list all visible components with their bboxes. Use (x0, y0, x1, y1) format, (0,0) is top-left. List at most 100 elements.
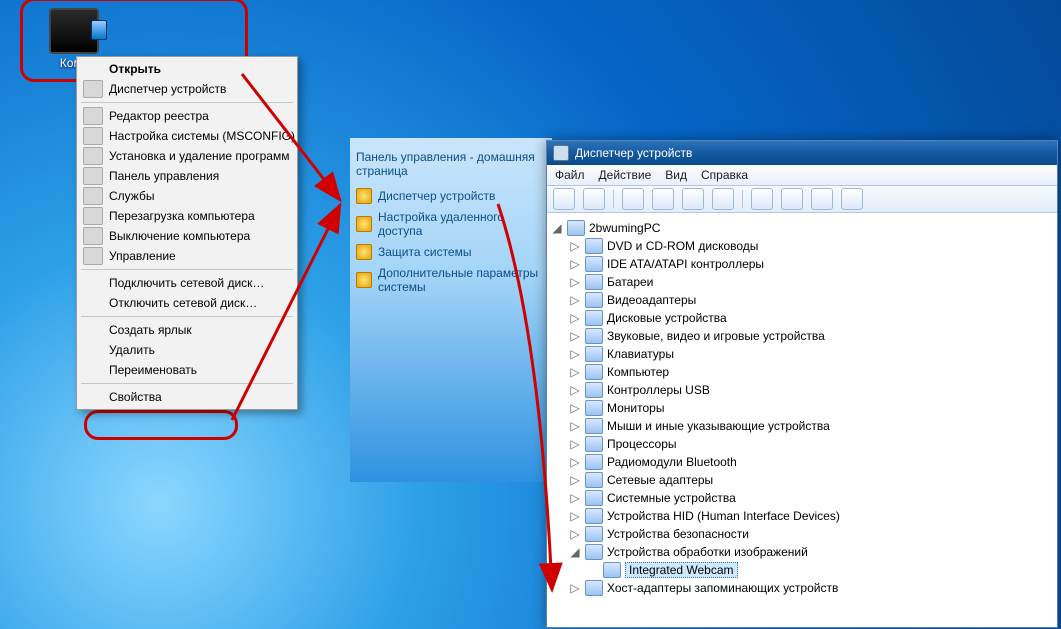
chevron-right-icon[interactable]: ▷ (569, 293, 581, 307)
menubar-item[interactable]: Справка (701, 168, 748, 182)
device-icon (585, 400, 603, 416)
chevron-right-icon[interactable]: ▷ (569, 437, 581, 451)
window-toolbar (547, 186, 1057, 213)
device-tree-node[interactable]: ▷Сетевые адаптеры (551, 471, 1053, 489)
device-tree-node[interactable]: Integrated Webcam (551, 561, 1053, 579)
device-icon (585, 310, 603, 326)
menu-item-icon (83, 107, 103, 125)
device-tree-node[interactable]: ▷ Процессоры (551, 435, 1053, 453)
device-tree-node[interactable]: ▷ Хост-адаптеры запоминающих устройств (551, 579, 1053, 597)
device-icon (567, 220, 585, 236)
context-menu-item[interactable]: Подключить сетевой диск… (79, 273, 295, 293)
context-menu-item[interactable]: Панель управления (79, 166, 295, 186)
chevron-right-icon[interactable]: ▷ (569, 401, 581, 415)
chevron-right-icon[interactable]: ▷ (569, 347, 581, 361)
context-menu-item[interactable]: Удалить (79, 340, 295, 360)
chevron-right-icon[interactable]: ▷ (569, 257, 581, 271)
device-tree-node[interactable]: ▷Мыши и иные указывающие устройства (551, 417, 1053, 435)
toolbar-button[interactable] (583, 188, 605, 210)
device-icon (585, 490, 603, 506)
context-menu-item[interactable]: Переименовать (79, 360, 295, 380)
device-tree-node[interactable]: ▷Системные устройства (551, 489, 1053, 507)
device-tree-node[interactable]: ▷ Устройства безопасности (551, 525, 1053, 543)
context-menu-item[interactable]: Диспетчер устройств (79, 79, 295, 99)
device-tree-node[interactable]: ▷Устройства HID (Human Interface Devices… (551, 507, 1053, 525)
menu-item-label: Диспетчер устройств (109, 82, 226, 96)
chevron-right-icon[interactable]: ▷ (569, 473, 581, 487)
menubar-item[interactable]: Действие (599, 168, 652, 182)
menu-item-label: Удалить (109, 343, 155, 357)
shield-icon (356, 188, 372, 204)
menu-item-label: Службы (109, 189, 154, 203)
device-tree-node[interactable]: ▷Контроллеры USB (551, 381, 1053, 399)
context-menu-item[interactable]: Свойства (79, 387, 295, 407)
context-menu-item[interactable]: Перезагрузка компьютера (79, 206, 295, 226)
device-tree-label: Устройства безопасности (607, 527, 749, 541)
context-menu-item[interactable]: Службы (79, 186, 295, 206)
control-panel-link[interactable]: Настройка удаленного доступа (356, 210, 546, 238)
menubar-item[interactable]: Файл (555, 168, 585, 182)
device-icon (585, 364, 603, 380)
chevron-right-icon[interactable]: ▷ (569, 509, 581, 523)
chevron-right-icon[interactable]: ▷ (569, 383, 581, 397)
menu-item-label: Управление (109, 249, 176, 263)
toolbar-button[interactable] (553, 188, 575, 210)
control-panel-link[interactable]: Диспетчер устройств (356, 188, 546, 204)
chevron-right-icon[interactable]: ▷ (569, 329, 581, 343)
device-tree-node[interactable]: ▷Мониторы (551, 399, 1053, 417)
device-tree-node[interactable]: ▷DVD и CD-ROM дисководы (551, 237, 1053, 255)
toolbar-button[interactable] (811, 188, 833, 210)
context-menu-item[interactable]: Установка и удаление программ (79, 146, 295, 166)
control-panel-link[interactable]: Дополнительные параметры системы (356, 266, 546, 294)
control-panel-title: Панель управления - домашняя страница (356, 150, 546, 178)
device-tree[interactable]: ◢2bwumingPC▷DVD и CD-ROM дисководы▷IDE A… (547, 213, 1057, 629)
device-tree-label: Дисковые устройства (607, 311, 727, 325)
control-panel-link[interactable]: Защита системы (356, 244, 546, 260)
toolbar-button[interactable] (652, 188, 674, 210)
device-tree-node[interactable]: ◢2bwumingPC (551, 219, 1053, 237)
context-menu-item[interactable]: Выключение компьютера (79, 226, 295, 246)
chevron-right-icon[interactable]: ▷ (569, 581, 581, 595)
device-tree-label: Устройства обработки изображений (607, 545, 808, 559)
context-menu-item[interactable]: Открыть (79, 59, 295, 79)
window-titlebar[interactable]: Диспетчер устройств (547, 141, 1057, 165)
context-menu-item[interactable]: Редактор реестра (79, 106, 295, 126)
chevron-right-icon[interactable]: ▷ (569, 365, 581, 379)
context-menu-item[interactable]: Управление (79, 246, 295, 266)
context-menu-item[interactable]: Настройка системы (MSCONFIG) (79, 126, 295, 146)
device-tree-node[interactable]: ◢ Устройства обработки изображений (551, 543, 1053, 561)
device-tree-label: Процессоры (607, 437, 677, 451)
device-tree-node[interactable]: ▷Компьютер (551, 363, 1053, 381)
device-tree-node[interactable]: ▷ IDE ATA/ATAPI контроллеры (551, 255, 1053, 273)
chevron-right-icon[interactable]: ▷ (569, 455, 581, 469)
chevron-down-icon[interactable]: ◢ (551, 221, 563, 235)
device-tree-node[interactable]: ▷Клавиатуры (551, 345, 1053, 363)
menu-item-icon (83, 207, 103, 225)
chevron-down-icon[interactable]: ◢ (569, 545, 581, 559)
chevron-right-icon[interactable]: ▷ (569, 491, 581, 505)
device-icon (603, 562, 621, 578)
chevron-right-icon[interactable]: ▷ (569, 275, 581, 289)
toolbar-button[interactable] (712, 188, 734, 210)
device-tree-label: Хост-адаптеры запоминающих устройств (607, 581, 838, 595)
context-menu-item[interactable]: Создать ярлык (79, 320, 295, 340)
toolbar-button[interactable] (751, 188, 773, 210)
toolbar-button[interactable] (841, 188, 863, 210)
toolbar-button[interactable] (622, 188, 644, 210)
device-tree-node[interactable]: ▷Радиомодули Bluetooth (551, 453, 1053, 471)
toolbar-button[interactable] (682, 188, 704, 210)
chevron-right-icon[interactable]: ▷ (569, 419, 581, 433)
chevron-right-icon[interactable]: ▷ (569, 239, 581, 253)
menubar-item[interactable]: Вид (665, 168, 687, 182)
device-tree-label: IDE ATA/ATAPI контроллеры (607, 257, 764, 271)
device-tree-node[interactable]: ▷Батареи (551, 273, 1053, 291)
context-menu-item[interactable]: Отключить сетевой диск… (79, 293, 295, 313)
device-manager-icon (553, 145, 569, 161)
device-tree-node[interactable]: ▷ Дисковые устройства (551, 309, 1053, 327)
toolbar-button[interactable] (781, 188, 803, 210)
device-tree-node[interactable]: ▷Звуковые, видео и игровые устройства (551, 327, 1053, 345)
chevron-right-icon[interactable]: ▷ (569, 311, 581, 325)
chevron-right-icon[interactable]: ▷ (569, 527, 581, 541)
device-tree-node[interactable]: ▷Видеоадаптеры (551, 291, 1053, 309)
menu-item-icon (83, 167, 103, 185)
